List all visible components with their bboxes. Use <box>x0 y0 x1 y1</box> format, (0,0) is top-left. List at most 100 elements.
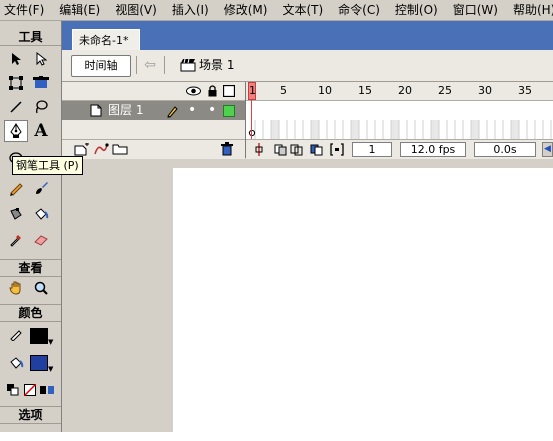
fill-bucket-icon <box>10 357 24 369</box>
layer-row[interactable]: 图层 1 • • <box>62 101 245 120</box>
subselect-arrow-icon <box>36 52 47 66</box>
pencil-tool[interactable] <box>4 177 28 199</box>
ink-bottle-tool[interactable] <box>4 203 28 225</box>
edit-multiple-frames-icon[interactable] <box>310 143 324 156</box>
stage-canvas[interactable] <box>173 168 553 441</box>
edit-bar: 时间轴 ⇦ 场景 1 <box>62 50 553 82</box>
eyedropper-tool[interactable] <box>4 229 28 251</box>
scene-label[interactable]: 场景 1 <box>199 56 234 74</box>
arrow-icon <box>12 53 21 65</box>
subselect-tool[interactable] <box>29 48 53 70</box>
timeline-toggle-button[interactable]: 时间轴 <box>71 55 131 77</box>
menu-file[interactable]: 文件(F) <box>0 0 48 20</box>
default-colors-icon <box>7 384 19 396</box>
menu-edit[interactable]: 编辑(E) <box>55 0 104 20</box>
frame-number: 15 <box>358 84 372 97</box>
lock-dot[interactable]: • <box>208 101 216 120</box>
document-tab[interactable]: 未命名-1* <box>72 29 140 50</box>
menu-commands[interactable]: 命令(C) <box>334 0 384 20</box>
timeline-panel: 图层 1 • • 1 5 10 15 20 25 30 35 1 12.0 fp… <box>62 82 553 159</box>
menu-text[interactable]: 文本(T) <box>278 0 327 20</box>
scroll-left-icon[interactable]: ◀ <box>542 142 553 157</box>
frame-number: 10 <box>318 84 332 97</box>
document-tab-bar: 未命名-1* <box>62 21 553 50</box>
options-section-title: 选项 <box>0 406 61 424</box>
free-transform-tool[interactable] <box>4 72 28 94</box>
layer-footer <box>62 139 245 159</box>
pen-tool[interactable] <box>4 120 28 142</box>
fill-color-tool <box>4 352 28 374</box>
frame-area[interactable]: 1 5 10 15 20 25 30 35 1 12.0 fps 0.0s ◀ <box>246 82 553 159</box>
toolbar-divider <box>136 56 137 74</box>
fill-transform-tool[interactable] <box>29 72 53 94</box>
toolbar-divider <box>164 56 165 74</box>
hand-tool[interactable] <box>4 277 28 299</box>
modify-onion-markers-icon[interactable] <box>330 143 344 156</box>
text-a-icon: A <box>34 121 48 141</box>
add-motion-guide-icon[interactable] <box>93 142 109 156</box>
frame-row[interactable] <box>246 101 553 139</box>
stroke-swatch-arrow-icon: ▼ <box>48 338 54 346</box>
insert-layer-icon[interactable] <box>74 143 90 156</box>
frame-number: 25 <box>438 84 452 97</box>
line-icon <box>10 101 22 113</box>
line-tool[interactable] <box>4 96 28 118</box>
onion-skin-icon[interactable] <box>274 143 288 156</box>
visibility-dot[interactable]: • <box>188 101 196 120</box>
swap-colors-button[interactable] <box>38 379 56 401</box>
swap-colors-icon <box>40 386 54 394</box>
menu-modify[interactable]: 修改(M) <box>220 0 272 20</box>
brush-tool[interactable] <box>29 177 53 199</box>
menu-window[interactable]: 窗口(W) <box>449 0 502 20</box>
trash-icon[interactable] <box>220 142 234 156</box>
text-tool[interactable]: A <box>29 120 53 142</box>
hand-icon <box>9 281 21 295</box>
menu-help[interactable]: 帮助(H) <box>509 0 553 20</box>
fill-swatch-arrow-icon: ▼ <box>48 365 54 373</box>
layer-header <box>62 82 245 101</box>
outline-icon[interactable] <box>223 85 235 97</box>
ink-bottle-icon <box>10 208 22 220</box>
eyedropper-icon <box>10 235 21 247</box>
stroke-pencil-icon <box>10 330 22 341</box>
stroke-color-swatch[interactable] <box>30 328 48 344</box>
menu-view[interactable]: 视图(V) <box>111 0 161 20</box>
stage-pasteboard <box>62 159 553 441</box>
paint-bucket-icon <box>35 208 49 220</box>
scene-clapper-icon <box>180 58 196 72</box>
paint-bucket-tool[interactable] <box>29 203 53 225</box>
lasso-icon <box>36 100 48 114</box>
outline-color-box[interactable] <box>223 105 235 117</box>
menu-insert[interactable]: 插入(I) <box>168 0 213 20</box>
eye-icon[interactable] <box>186 86 201 96</box>
back-arrow-icon[interactable]: ⇦ <box>141 56 159 74</box>
tools-panel: 工具 A 查看 颜色 ▼ ▼ 选项 <box>0 21 62 432</box>
document-body: 时间轴 ⇦ 场景 1 图层 1 • • 1 5 10 15 20 25 30 3… <box>62 50 553 441</box>
frame-number: 20 <box>398 84 412 97</box>
default-colors-button[interactable] <box>4 379 22 401</box>
onion-skin-outlines-icon[interactable] <box>290 143 304 156</box>
menu-bar: 文件(F) 编辑(E) 视图(V) 插入(I) 修改(M) 文本(T) 命令(C… <box>0 0 553 21</box>
fill-color-swatch[interactable] <box>30 355 48 371</box>
frame-cells[interactable] <box>246 120 553 139</box>
layer-list: 图层 1 • • <box>62 82 246 159</box>
frame-ruler[interactable]: 1 5 10 15 20 25 30 35 <box>246 82 553 101</box>
document-window: 未命名-1* 时间轴 ⇦ 场景 1 图层 1 • • 1 5 10 15 20 … <box>62 21 553 441</box>
frame-rate-field[interactable]: 12.0 fps <box>400 142 466 157</box>
pen-nib-icon <box>10 123 22 138</box>
center-frame-icon[interactable] <box>254 143 264 156</box>
no-color-button[interactable] <box>21 379 39 401</box>
insert-layer-folder-icon[interactable] <box>112 143 128 155</box>
lock-icon[interactable] <box>207 84 218 97</box>
layer-name[interactable]: 图层 1 <box>108 101 143 120</box>
eraser-tool[interactable] <box>29 229 53 251</box>
elapsed-time-field: 0.0s <box>474 142 536 157</box>
frame-number: 35 <box>518 84 532 97</box>
frame-number: 1 <box>249 84 256 97</box>
frame-number: 5 <box>280 84 287 97</box>
lasso-tool[interactable] <box>29 96 53 118</box>
arrow-tool[interactable] <box>4 48 28 70</box>
menu-control[interactable]: 控制(O) <box>391 0 442 20</box>
layer-page-icon <box>90 104 102 117</box>
zoom-tool[interactable] <box>29 277 53 299</box>
